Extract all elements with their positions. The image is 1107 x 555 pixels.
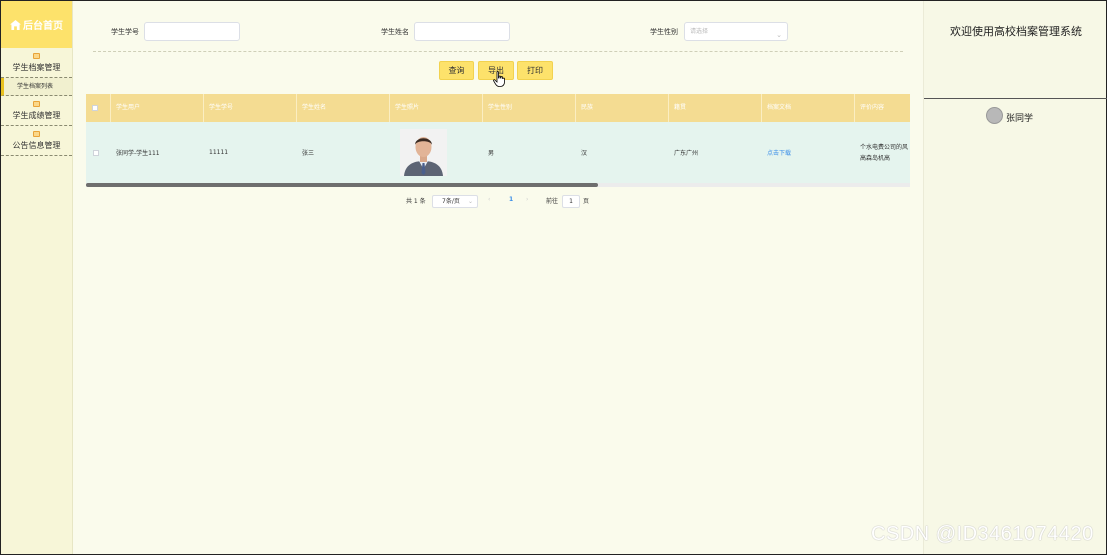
sidebar: 后台首页 学生档案管理 学生档案列表 学生成绩管理 公告信息管理 — [1, 1, 73, 554]
sidebar-item-label: 学生档案管理 — [12, 63, 61, 72]
home-icon — [10, 19, 21, 30]
sidebar-item-student-records[interactable]: 学生档案管理 — [1, 48, 72, 78]
column-header: 籍贯 — [669, 94, 762, 122]
main-content: 学生学号 学生姓名 学生性别 请选择 ⌄ 查询 导出 打印 学生用户 学生学号 … — [73, 1, 923, 554]
right-panel-divider — [924, 98, 1107, 99]
student-no-input[interactable] — [144, 22, 240, 41]
cell-document: 点击下载 — [762, 148, 855, 157]
folder-icon — [33, 131, 40, 137]
student-name-label: 学生姓名 — [381, 28, 409, 36]
sidebar-subitem-label: 学生档案列表 — [17, 83, 54, 90]
watermark: CSDN @ID3461074420 — [871, 523, 1094, 545]
download-link[interactable]: 点击下载 — [767, 150, 791, 157]
cell-student-no: 11111 — [209, 149, 229, 156]
sidebar-home-button[interactable]: 后台首页 — [1, 1, 72, 48]
page-number-current[interactable]: 1 — [509, 196, 513, 203]
column-header: 学生用户 — [111, 94, 204, 122]
gender-label: 学生性别 — [650, 28, 678, 36]
sidebar-home-label: 后台首页 — [23, 21, 63, 32]
avatar[interactable] — [986, 107, 1003, 124]
column-header: 学生照片 — [390, 94, 483, 122]
row-checkbox[interactable] — [93, 149, 99, 156]
table-row[interactable]: 张同学-学生111 11111 张三 男 汉 广东广州 点击下载 个水电费公司的… — [86, 122, 910, 183]
page-size-value: 7条/页 — [442, 198, 460, 205]
cell-name: 张三 — [302, 150, 315, 157]
pagination-total: 共 1 条 — [406, 198, 426, 205]
cell-native-place: 广东广州 — [674, 150, 699, 157]
welcome-title: 欢迎使用高校档案管理系统 — [950, 25, 1082, 38]
gender-select-placeholder: 请选择 — [690, 28, 709, 35]
column-header: 学生性别 — [483, 94, 576, 122]
query-button[interactable]: 查询 — [439, 61, 474, 80]
student-photo[interactable] — [400, 129, 447, 176]
sidebar-item-student-grades[interactable]: 学生成绩管理 — [1, 96, 72, 126]
next-page-icon[interactable]: › — [526, 196, 528, 203]
select-all-checkbox[interactable] — [92, 105, 98, 111]
folder-icon — [33, 53, 40, 59]
column-header: 学生学号 — [204, 94, 297, 122]
row-select-cell — [86, 149, 111, 156]
prev-page-icon[interactable]: ‹ — [488, 196, 490, 203]
student-name-input[interactable] — [414, 22, 510, 41]
records-table: 学生用户 学生学号 学生姓名 学生照片 学生性别 民族 籍贯 档案文档 评价内容… — [86, 94, 910, 183]
table-scrollbar-thumb[interactable] — [86, 183, 598, 187]
folder-icon — [33, 101, 40, 107]
gender-select[interactable]: 请选择 ⌄ — [684, 22, 788, 41]
page-unit-label: 页 — [583, 198, 590, 205]
chevron-down-icon: ⌄ — [467, 198, 473, 205]
cell-gender: 男 — [488, 150, 495, 157]
goto-page-input[interactable]: 1 — [562, 195, 580, 208]
column-header: 档案文档 — [762, 94, 855, 122]
student-no-label: 学生学号 — [111, 28, 139, 36]
sidebar-subitem-student-record-list[interactable]: 学生档案列表 — [1, 78, 72, 96]
cell-photo — [390, 129, 483, 176]
table-header: 学生用户 学生学号 学生姓名 学生照片 学生性别 民族 籍贯 档案文档 评价内容 — [86, 94, 910, 122]
column-header: 评价内容 — [860, 104, 885, 111]
goto-label: 前往 — [546, 198, 559, 205]
user-name: 张同学 — [1006, 114, 1034, 124]
header-select-all-cell — [86, 94, 111, 122]
chevron-down-icon: ⌄ — [776, 31, 782, 39]
right-panel: 欢迎使用高校档案管理系统 张同学 — [923, 1, 1107, 554]
page-size-select[interactable]: 7条/页 ⌄ — [432, 195, 478, 208]
student-photo-image — [400, 129, 447, 176]
cell-ethnicity: 汉 — [581, 150, 588, 157]
column-header: 学生姓名 — [297, 94, 390, 122]
hand-cursor-icon — [493, 71, 505, 87]
print-button[interactable]: 打印 — [517, 61, 553, 80]
cell-user: 张同学-学生111 — [116, 150, 160, 157]
cell-evaluation: 个水电费公司的风高森岛机高 — [860, 143, 909, 162]
sidebar-item-announcements[interactable]: 公告信息管理 — [1, 126, 72, 156]
sidebar-item-label: 学生成绩管理 — [12, 111, 61, 120]
column-header: 民族 — [576, 94, 669, 122]
sidebar-item-label: 公告信息管理 — [12, 141, 61, 150]
filter-divider — [93, 51, 903, 52]
